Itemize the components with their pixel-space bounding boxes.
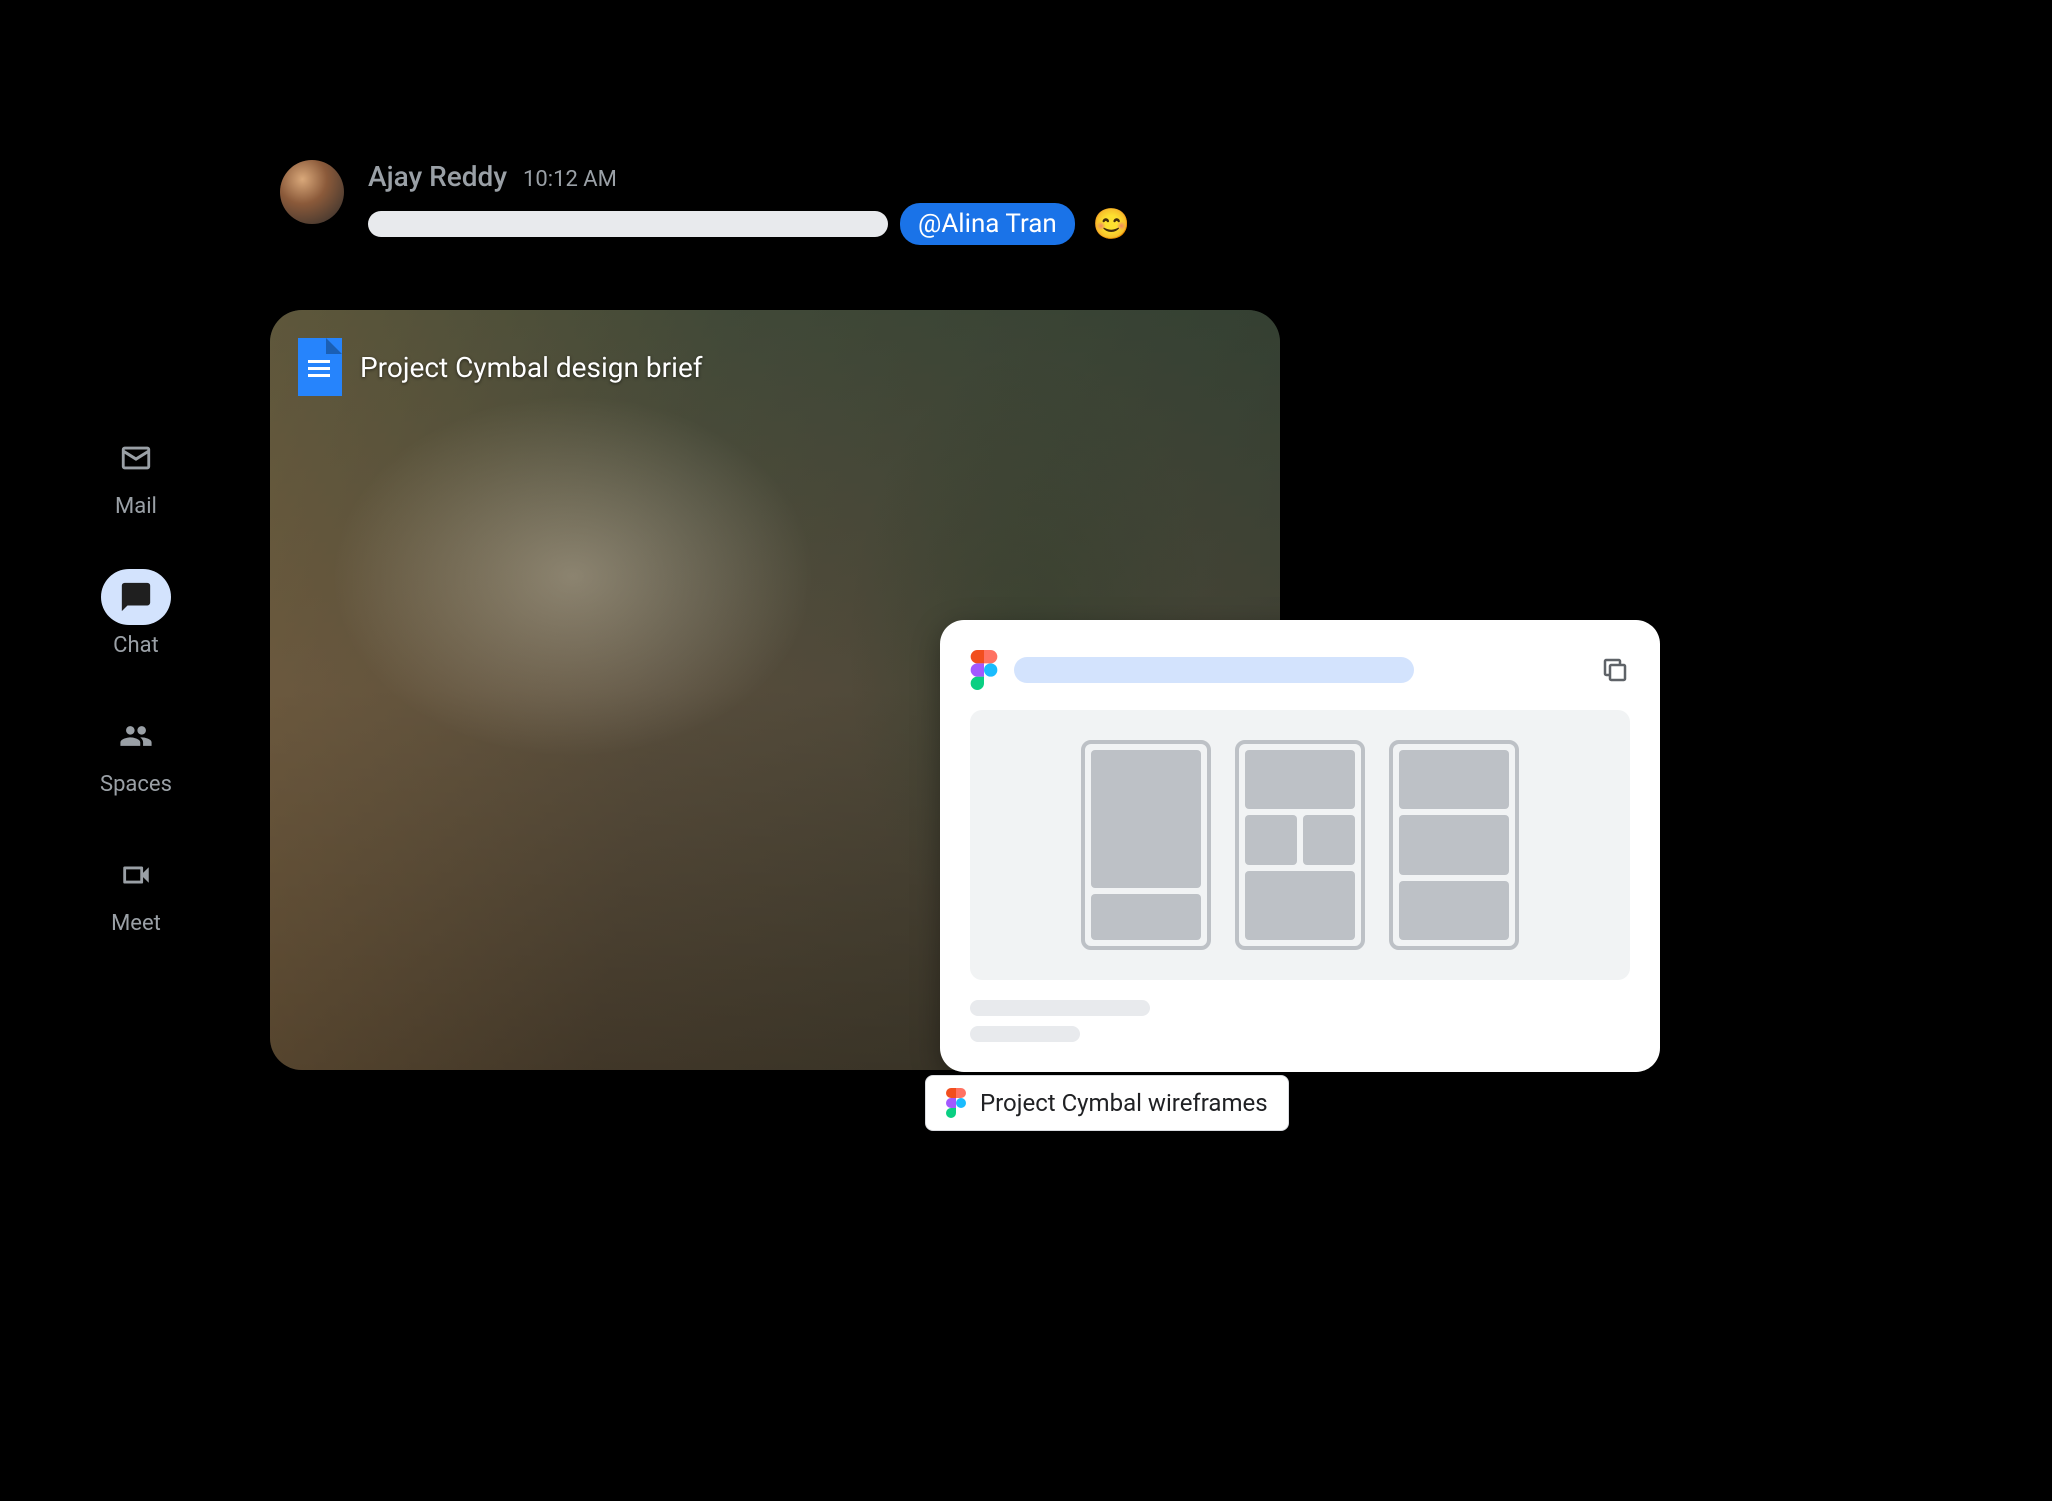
nav-meet[interactable]: Meet xyxy=(101,847,171,936)
wireframe-1 xyxy=(1081,740,1211,950)
wireframe-2 xyxy=(1235,740,1365,950)
figma-meta xyxy=(970,1000,1630,1042)
nav-meet-label: Meet xyxy=(111,911,161,936)
google-docs-icon xyxy=(298,338,342,396)
figma-canvas xyxy=(970,710,1630,980)
message-text-placeholder xyxy=(368,211,888,237)
sender-name: Ajay Reddy xyxy=(368,160,507,193)
wireframe-3 xyxy=(1389,740,1519,950)
figma-icon xyxy=(946,1088,966,1118)
nav-spaces-label: Spaces xyxy=(100,772,172,797)
message-timestamp: 10:12 AM xyxy=(523,167,617,192)
mail-icon xyxy=(101,430,171,486)
nav-mail[interactable]: Mail xyxy=(101,430,171,519)
nav-spaces[interactable]: Spaces xyxy=(100,708,172,797)
nav-chat[interactable]: Chat xyxy=(101,569,171,658)
sender-avatar[interactable] xyxy=(280,160,344,224)
nav-chat-label: Chat xyxy=(113,633,159,658)
copy-icon[interactable] xyxy=(1600,655,1630,685)
spaces-icon xyxy=(101,708,171,764)
chat-message: Ajay Reddy 10:12 AM @Alina Tran 😊 xyxy=(280,160,1130,245)
figma-title-placeholder xyxy=(1014,657,1414,683)
smile-emoji: 😊 xyxy=(1093,207,1130,242)
figma-filename-chip[interactable]: Project Cymbal wireframes xyxy=(925,1075,1289,1131)
figma-icon xyxy=(970,650,998,690)
meet-icon xyxy=(101,847,171,903)
figma-preview-card[interactable] xyxy=(940,620,1660,1072)
nav-mail-label: Mail xyxy=(115,494,157,519)
app-sidebar: Mail Chat Spaces Meet xyxy=(100,430,172,936)
doc-title: Project Cymbal design brief xyxy=(360,351,703,384)
figma-chip-label: Project Cymbal wireframes xyxy=(980,1089,1268,1117)
chat-icon xyxy=(101,569,171,625)
mention-chip[interactable]: @Alina Tran xyxy=(900,203,1075,245)
